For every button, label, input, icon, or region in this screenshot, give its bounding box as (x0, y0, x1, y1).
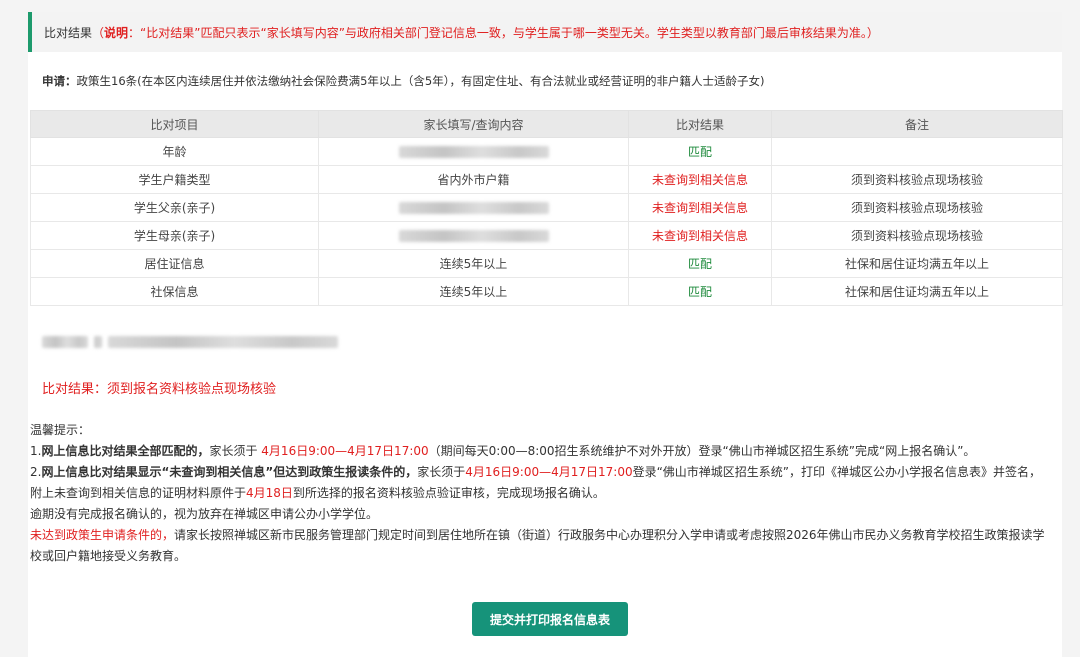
table-row: 社保信息 连续5年以上 匹配 社保和居住证均满五年以上 (30, 277, 1063, 306)
row-item: 社保信息 (30, 277, 319, 306)
row-content (318, 221, 629, 250)
row-item: 学生户籍类型 (30, 165, 319, 194)
row-result: 未查询到相关信息 (628, 193, 772, 222)
row-note: 须到资料核验点现场核验 (771, 193, 1063, 222)
redacted-value (398, 202, 549, 214)
explanation-note: （说明：“比对结果”匹配只表示“家长填写内容”与政府相关部门登记信息一致，与学生… (92, 25, 879, 40)
row-result: 匹配 (628, 249, 772, 278)
application-text: 政策生16条(在本区内连续居住并依法缴纳社会保险费满5年以上（含5年），有固定住… (76, 74, 765, 88)
overall-result: 比对结果：须到报名资料核验点现场核验 (42, 382, 277, 397)
table-row: 学生户籍类型 省内外市户籍 未查询到相关信息 须到资料核验点现场核验 (30, 165, 1063, 194)
table-row: 学生母亲(亲子) 未查询到相关信息 须到资料核验点现场核验 (30, 221, 1063, 250)
row-note: 须到资料核验点现场核验 (771, 221, 1063, 250)
comparison-table: 比对项目 家长填写/查询内容 比对结果 备注 年龄 匹配 学生户籍类型 省内外市户籍未… (30, 110, 1063, 306)
row-note: 社保和居住证均满五年以上 (771, 249, 1063, 278)
row-result: 匹配 (628, 277, 772, 306)
tips-heading: 温馨提示： (30, 423, 91, 437)
row-item: 年龄 (30, 137, 319, 166)
tip-item-1: 1.网上信息比对结果全部匹配的，家长须于 4月16日9:00—4月17日17:0… (30, 444, 976, 458)
column-header-result: 比对结果 (628, 110, 772, 138)
table-row: 学生父亲(亲子) 未查询到相关信息 须到资料核验点现场核验 (30, 193, 1063, 222)
tip-item-4: 未达到政策生申请条件的，请家长按照禅城区新市民服务管理部门规定时间到居住地所在镇… (30, 528, 1045, 563)
row-note: 须到资料核验点现场核验 (771, 165, 1063, 194)
table-row: 年龄 匹配 (30, 137, 1063, 166)
reminder-tips: 温馨提示： 1.网上信息比对结果全部匹配的，家长须于 4月16日9:00—4月1… (30, 420, 1052, 567)
column-header-item: 比对项目 (30, 110, 319, 138)
tip-item-2: 2.网上信息比对结果显示“未查询到相关信息”但达到政策生报读条件的，家长须于4月… (30, 465, 1042, 500)
row-content: 连续5年以上 (318, 249, 629, 278)
application-label: 申请： (42, 74, 77, 88)
column-header-note: 备注 (771, 110, 1063, 138)
row-item: 学生父亲(亲子) (30, 193, 319, 222)
table-header-row: 比对项目 家长填写/查询内容 比对结果 备注 (30, 110, 1063, 138)
row-content: 省内外市户籍 (318, 165, 629, 194)
tip-item-3: 逾期没有完成报名确认的，视为放弃在禅城区申请公办小学学位。 (30, 507, 379, 521)
row-content (318, 137, 629, 166)
row-result: 未查询到相关信息 (628, 165, 772, 194)
application-type: 申请：政策生16条(在本区内连续居住并依法缴纳社会保险费满5年以上（含5年），有… (42, 73, 764, 89)
redacted-value (398, 230, 549, 242)
redacted-info-line (42, 334, 338, 348)
row-content: 连续5年以上 (318, 277, 629, 306)
row-note: 社保和居住证均满五年以上 (771, 277, 1063, 306)
row-item: 学生母亲(亲子) (30, 221, 319, 250)
submit-print-button[interactable]: 提交并打印报名信息表 (472, 602, 628, 636)
row-result: 未查询到相关信息 (628, 221, 772, 250)
row-result: 匹配 (628, 137, 772, 166)
column-header-content: 家长填写/查询内容 (318, 110, 629, 138)
table-row: 居住证信息 连续5年以上 匹配 社保和居住证均满五年以上 (30, 249, 1063, 278)
row-note (771, 137, 1063, 166)
section-title: 比对结果 (44, 25, 93, 40)
row-item: 居住证信息 (30, 249, 319, 278)
redacted-value (398, 146, 549, 158)
comparison-result-panel: 比对结果 （说明：“比对结果”匹配只表示“家长填写内容”与政府相关部门登记信息一… (28, 12, 1063, 657)
result-header-bar: 比对结果 （说明：“比对结果”匹配只表示“家长填写内容”与政府相关部门登记信息一… (28, 12, 1062, 52)
row-content (318, 193, 629, 222)
